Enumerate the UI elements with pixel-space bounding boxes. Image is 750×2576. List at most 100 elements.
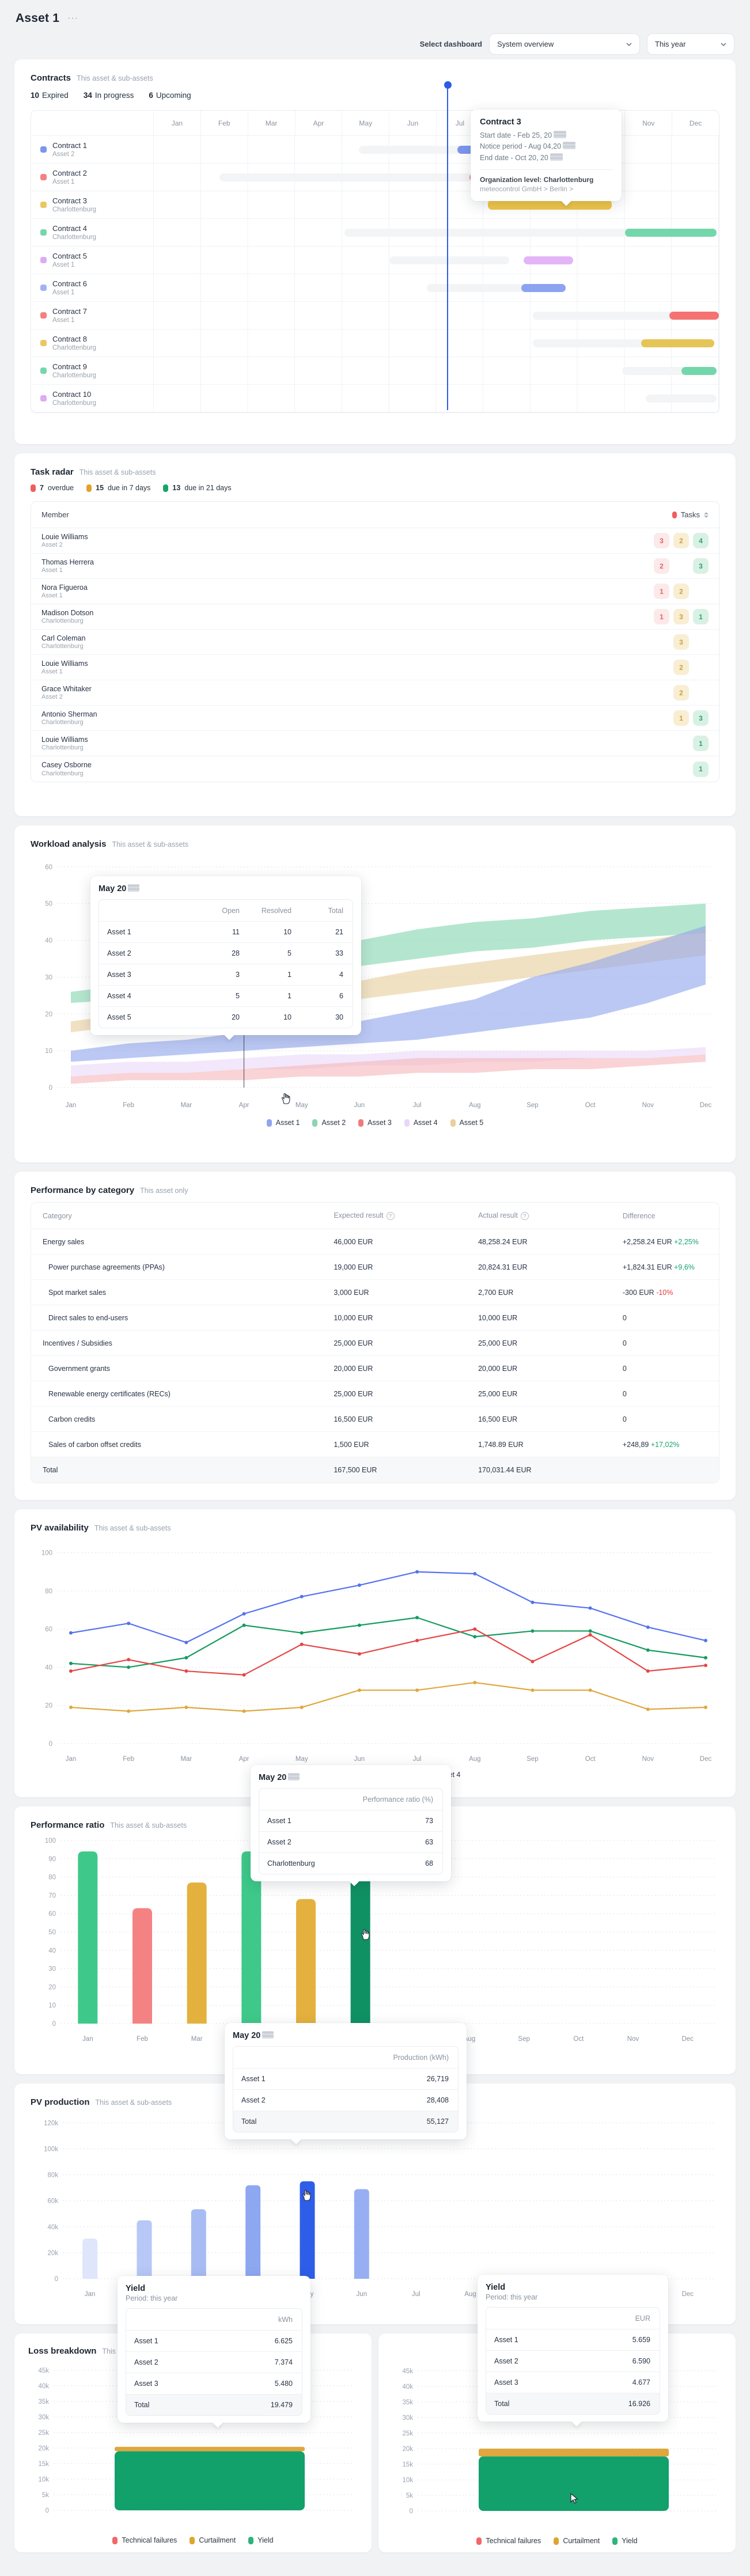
redacted-year <box>550 153 563 161</box>
panel-scope: This asset & sub-assets <box>110 1821 187 1829</box>
chart-tooltip: May 20Production (kWh)Asset 126,719Asset… <box>225 2023 467 2139</box>
svg-text:60: 60 <box>45 1626 52 1633</box>
difference-cell: -300 EUR -10% <box>623 1289 719 1297</box>
actual-cell: 48,258.24 EUR <box>478 1238 623 1246</box>
contract-label: Contract 7Asset 1 <box>31 302 153 329</box>
gantt-row: Contract 5Asset 1 <box>31 247 719 274</box>
member-asset: Charlottenburg <box>41 744 88 751</box>
task-legend: 7 overdue15 due in 7 days13 due in 21 da… <box>31 484 719 492</box>
info-icon[interactable]: ? <box>387 1212 395 1220</box>
task-badges: 324 <box>654 533 709 548</box>
svg-text:30: 30 <box>48 1966 56 1973</box>
difference-cell: +2,258.24 EUR +2,25% <box>623 1238 719 1246</box>
gantt-bar[interactable] <box>524 256 573 264</box>
svg-text:5k: 5k <box>42 2492 49 2499</box>
svg-text:60: 60 <box>48 1911 56 1918</box>
svg-text:100k: 100k <box>44 2146 58 2153</box>
gantt-bar[interactable] <box>681 367 717 375</box>
pv-availability-chart[interactable]: 020406080100JanFebMarAprMayJunJulAugSepO… <box>31 1536 719 1770</box>
svg-text:May: May <box>296 1756 308 1763</box>
tooltip-table: kWhAsset 16.625Asset 27.374Asset 35.480T… <box>126 2308 302 2416</box>
tooltip-date-line: Start date - Feb 25, 20 <box>480 130 612 141</box>
gantt-bar[interactable] <box>488 200 611 210</box>
tooltip-title: Yield <box>486 2283 660 2292</box>
expected-cell: 25,000 EUR <box>334 1390 478 1398</box>
dashboard-select-value: System overview <box>497 40 554 48</box>
svg-text:30k: 30k <box>38 2414 49 2421</box>
svg-text:Aug: Aug <box>469 1756 480 1763</box>
member-name: Louie Williams <box>41 660 88 669</box>
tasks-sort-control[interactable]: Tasks <box>672 510 709 519</box>
period-select[interactable]: This year <box>647 33 734 55</box>
tooltip-total-label: Total <box>233 2117 317 2126</box>
svg-text:Sep: Sep <box>526 1756 538 1763</box>
header-difference: Difference <box>623 1212 719 1220</box>
gantt-month-label: May <box>342 111 389 135</box>
legend-item: Asset 4 <box>404 1119 438 1127</box>
gantt-row-track <box>153 219 719 246</box>
select-dashboard-label: Select dashboard <box>420 40 482 48</box>
svg-text:50: 50 <box>48 1929 56 1936</box>
tooltip-date-line: Notice period - Aug 04,20 <box>480 141 612 152</box>
tooltip-table-header: EUR <box>486 2308 660 2329</box>
category-cell: Direct sales to end-users <box>31 1314 334 1322</box>
loss-breakdown-panel-kwh: Loss breakdown This asset & sub-assets 0… <box>14 2333 372 2552</box>
difference-percent: +17,02% <box>651 1441 680 1449</box>
page-title: Asset 1 <box>16 12 59 25</box>
contract-asset: Charlottenburg <box>52 400 96 407</box>
table-row: Government grants20,000 EUR20,000 EUR0 <box>31 1356 719 1381</box>
tooltip-total-value: 55,127 <box>317 2117 458 2126</box>
contract-name: Contract 3 <box>52 196 96 206</box>
member-asset: Asset 2 <box>41 694 92 700</box>
tooltip-col-header: EUR <box>549 2314 660 2323</box>
tooltip-row-value: 5.480 <box>190 2380 302 2388</box>
svg-text:0: 0 <box>46 2507 49 2514</box>
gantt-month-label: Nov <box>624 111 672 135</box>
svg-text:10: 10 <box>45 1048 52 1055</box>
tooltip-row: Asset 1111021 <box>99 921 353 942</box>
stat-value: 10 <box>31 91 39 100</box>
stat-value: 34 <box>84 91 92 100</box>
tooltip-date-line: End date - Oct 20, 20 <box>480 153 612 164</box>
gantt-bar[interactable] <box>669 312 719 320</box>
gantt-bar[interactable] <box>521 284 566 292</box>
task-row: Louie WilliamsCharlottenburg1 <box>31 731 719 756</box>
contract-dot-icon <box>40 146 47 153</box>
redacted-year <box>128 884 139 892</box>
workload-panel: Workload analysis This asset & sub-asset… <box>14 825 736 1162</box>
expected-cell: 10,000 EUR <box>334 1314 478 1322</box>
difference-cell: 0 <box>623 1314 719 1322</box>
tooltip-total-row: Total16.926 <box>486 2393 660 2414</box>
table-row: Energy sales46,000 EUR48,258.24 EUR+2,25… <box>31 1229 719 1255</box>
tooltip-row-value: 28 <box>197 949 249 957</box>
contract-label: Contract 4Charlottenburg <box>31 219 153 246</box>
tasks-dot-icon <box>672 512 677 518</box>
gantt-bar[interactable] <box>641 339 714 347</box>
category-cell: Government grants <box>31 1365 334 1373</box>
contract-dot-icon <box>40 229 47 236</box>
task-badge-yellow: 3 <box>673 634 689 650</box>
tooltip-table-header: Performance ratio (%) <box>259 1789 442 1810</box>
tooltip-col-header: kWh <box>190 2316 302 2324</box>
legend-value: 15 <box>96 484 104 492</box>
contract-asset: Charlottenburg <box>52 206 96 213</box>
gantt-row: Contract 7Asset 1 <box>31 302 719 329</box>
gantt-bar[interactable] <box>625 229 717 237</box>
member-column-header: Member <box>41 510 69 519</box>
svg-text:60: 60 <box>45 864 52 871</box>
contract-label: Contract 9Charlottenburg <box>31 357 153 384</box>
info-icon[interactable]: ? <box>521 1212 529 1220</box>
legend-dot-icon <box>476 2537 482 2545</box>
legend-dot-icon <box>612 2537 618 2545</box>
tooltip-table: OpenResolvedTotalAsset 1111021Asset 2285… <box>99 899 353 1028</box>
dashboard-select[interactable]: System overview <box>489 33 640 55</box>
member-name: Thomas Herrera <box>41 558 94 567</box>
actual-cell: 25,000 EUR <box>478 1339 623 1347</box>
task-badges: 12 <box>654 584 709 599</box>
member-info: Louie WilliamsAsset 1 <box>41 660 88 676</box>
more-options-icon[interactable]: ··· <box>67 13 78 24</box>
tooltip-title: Yield <box>126 2284 302 2293</box>
tooltip-row-label: Asset 5 <box>99 1013 197 1021</box>
contract-name: Contract 7 <box>52 307 87 316</box>
member-asset: Asset 1 <box>41 668 88 675</box>
